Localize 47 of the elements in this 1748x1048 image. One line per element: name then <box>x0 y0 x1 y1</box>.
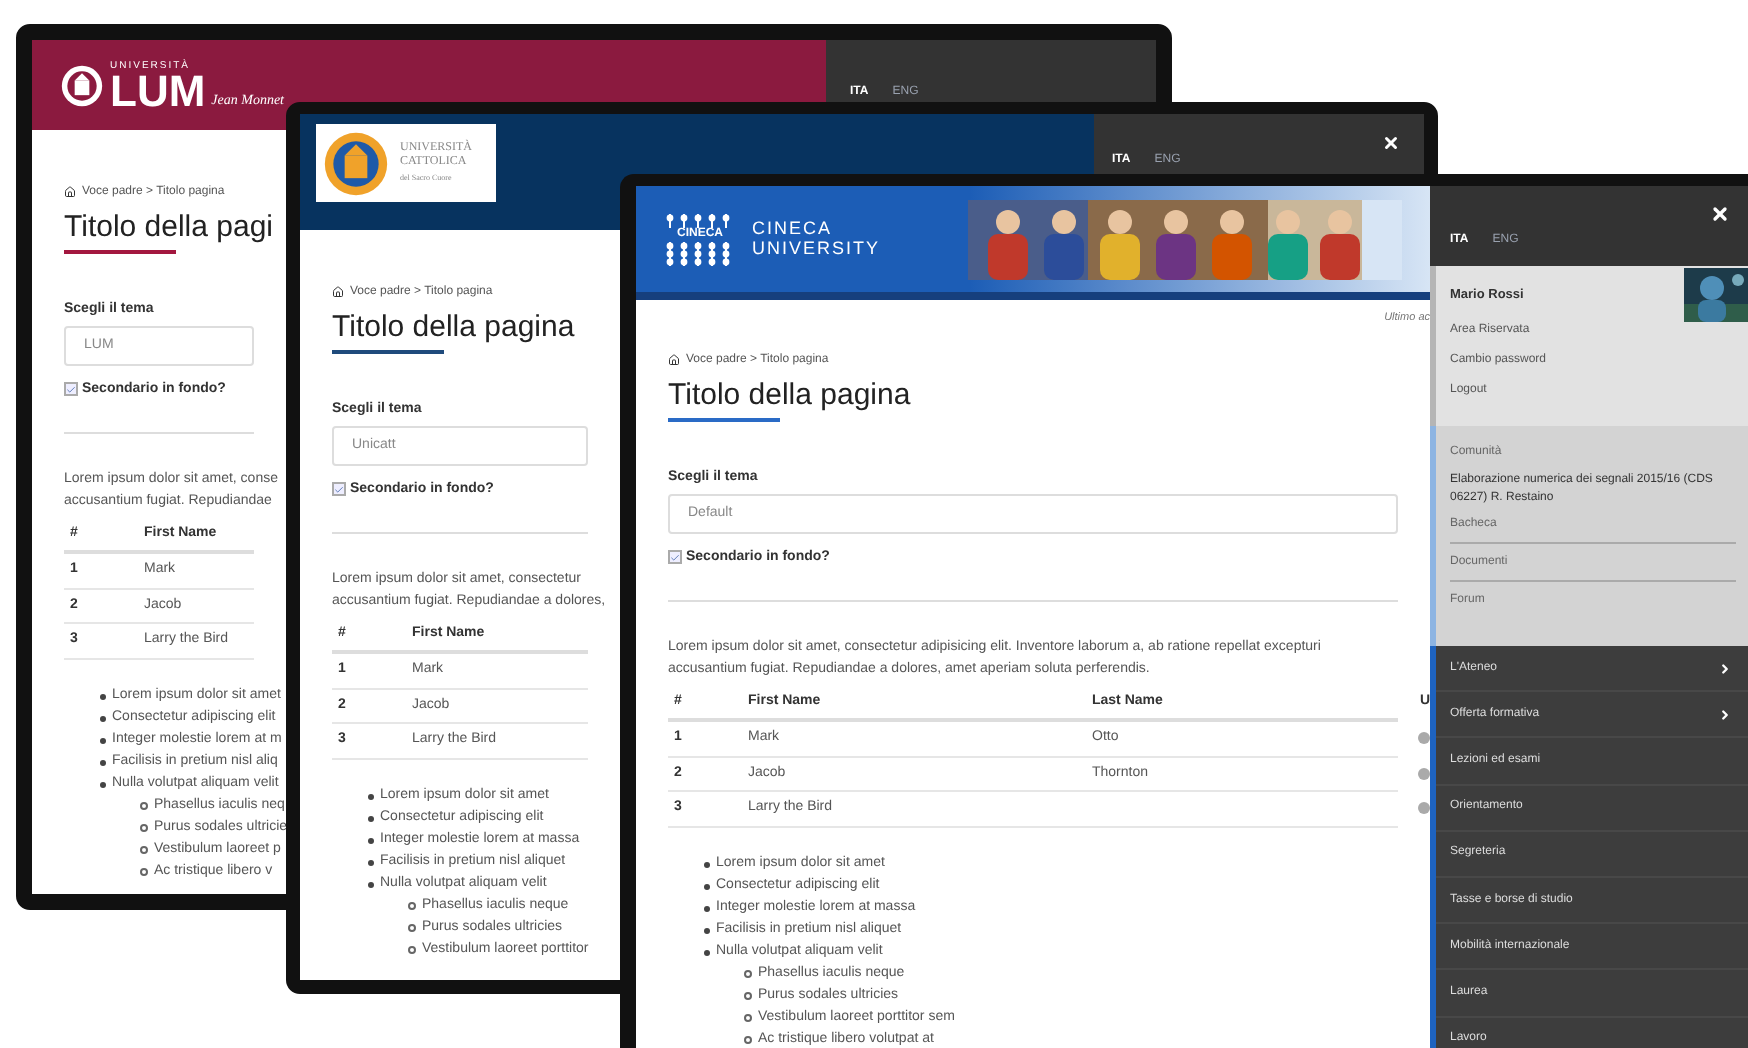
bullet-icon <box>704 905 710 911</box>
page-title: Titolo della pagina <box>332 310 575 346</box>
bullet-icon <box>100 781 106 787</box>
seal-icon <box>60 63 104 107</box>
bullet-icon <box>100 737 106 743</box>
bullet-icon <box>408 946 416 954</box>
bullet-icon <box>744 1014 752 1022</box>
page-title: Titolo della pagi <box>64 210 274 246</box>
close-icon[interactable] <box>1382 134 1400 152</box>
seal-icon <box>322 129 390 197</box>
bullet-icon <box>744 1036 752 1044</box>
bullet-icon <box>368 793 374 799</box>
bullet-icon <box>140 868 148 876</box>
checkbox[interactable] <box>332 482 346 496</box>
bullet-icon <box>744 992 752 1000</box>
checkbox[interactable] <box>668 550 682 564</box>
close-icon[interactable] <box>1710 204 1730 224</box>
bullet-icon <box>368 881 374 887</box>
bullet-icon <box>408 902 416 910</box>
bullet-icon <box>140 846 148 854</box>
action-icon[interactable] <box>1418 767 1430 780</box>
home-icon[interactable] <box>64 186 76 198</box>
page-title: Titolo della pagina <box>668 378 911 414</box>
home-icon[interactable] <box>668 354 680 366</box>
bullet-icon <box>368 837 374 843</box>
chevron-icon <box>1718 707 1732 722</box>
logo-text: UNIVERSITY <box>752 237 881 257</box>
logo-text: CINECA <box>752 217 833 237</box>
bullet-icon <box>704 927 710 933</box>
logo-text: LUM <box>110 71 206 111</box>
bullet-icon <box>100 693 106 699</box>
bullet-icon <box>140 824 148 832</box>
bullet-icon <box>368 859 374 865</box>
chevron-icon <box>1718 661 1732 676</box>
home-icon[interactable] <box>332 286 344 298</box>
bullet-icon <box>704 883 710 889</box>
checkbox[interactable] <box>64 382 78 396</box>
bullet-icon <box>100 759 106 765</box>
bullet-icon <box>704 861 710 867</box>
bullet-icon <box>140 802 148 810</box>
bullet-icon <box>408 924 416 932</box>
action-icon[interactable] <box>1418 802 1430 815</box>
bullet-icon <box>100 715 106 721</box>
action-icon[interactable] <box>1418 732 1430 745</box>
bullet-icon <box>704 949 710 955</box>
bullet-icon <box>744 970 752 978</box>
bullet-icon <box>368 815 374 821</box>
